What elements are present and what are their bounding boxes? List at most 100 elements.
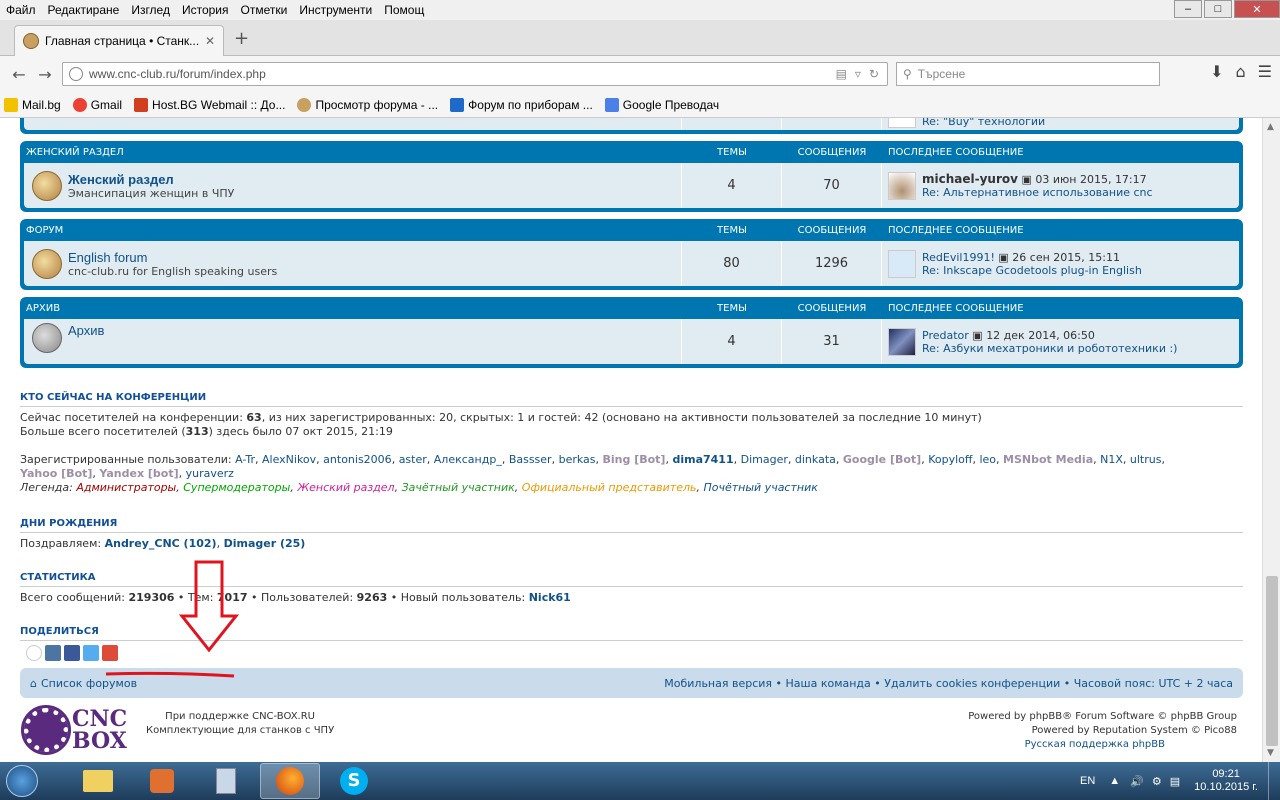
reload-icon[interactable]: ↻ — [869, 67, 879, 81]
tray-expand-icon[interactable]: ▲ — [1109, 775, 1120, 787]
category-title[interactable]: ЖЕНСКИЙ РАЗДЕЛ — [24, 147, 682, 158]
facebook-share-icon[interactable] — [64, 645, 80, 661]
home-icon[interactable]: ⌂ — [30, 677, 37, 690]
mail-share-icon[interactable] — [26, 645, 42, 661]
cncbox-logo[interactable]: CNC BOX — [21, 705, 134, 755]
last-post-user[interactable]: RedEvil1991! — [922, 251, 995, 264]
legend-credited[interactable]: Зачётный участник — [402, 481, 515, 494]
browser-tab[interactable]: Главная страница • Станк... ✕ — [14, 25, 224, 56]
last-post-link[interactable]: Re: Inkscape Gcodetools plug-in English — [922, 264, 1142, 277]
minimize-icon[interactable]: – — [1174, 0, 1202, 18]
menu-history[interactable]: История — [176, 3, 235, 17]
search-input[interactable]: ⚲ Търсене — [896, 62, 1160, 86]
bookmark-google-translate[interactable]: Google Преводач — [604, 97, 719, 112]
bot-link[interactable]: Bing [Bot] — [603, 453, 666, 466]
close-icon[interactable]: ✕ — [1234, 0, 1280, 18]
legend-admins[interactable]: Администраторы — [76, 481, 176, 494]
bookmark-forum-view[interactable]: Просмотр форума - ... — [297, 97, 438, 112]
user-link[interactable]: berkas — [559, 453, 596, 466]
bot-link[interactable]: Google [Bot] — [843, 453, 921, 466]
scroll-up-icon[interactable]: ▲ — [1267, 122, 1274, 132]
forum-title[interactable]: Женский раздел — [68, 172, 234, 187]
user-link[interactable]: dinkata — [795, 453, 836, 466]
forward-icon[interactable]: → — [32, 61, 58, 87]
user-link[interactable]: Александр_ — [434, 453, 502, 466]
bot-link[interactable]: Yandex [bot] — [99, 467, 178, 480]
hamburger-menu-icon[interactable]: ☰ — [1258, 62, 1272, 81]
view-post-icon[interactable]: ▣ — [972, 329, 982, 342]
show-desktop-button[interactable] — [1268, 762, 1280, 800]
view-post-icon[interactable]: ▣ — [998, 251, 1008, 264]
powered-line[interactable]: Русская поддержка phpBB — [968, 738, 1165, 752]
vk-share-icon[interactable] — [45, 645, 61, 661]
last-post-link[interactable]: Re: Альтернативное использование cnc — [922, 186, 1153, 199]
support-line[interactable]: При поддержке CNC-BOX.RU — [146, 710, 334, 724]
legend-official[interactable]: Официальный представитель — [522, 481, 697, 494]
start-button[interactable] — [0, 763, 44, 799]
last-post-user[interactable]: Predator — [922, 329, 969, 342]
menu-file[interactable]: Файл — [0, 3, 42, 17]
user-link[interactable]: Bassser — [509, 453, 552, 466]
view-post-icon[interactable]: ▣ — [1021, 173, 1031, 186]
user-link[interactable]: A-Tr — [235, 453, 255, 466]
user-link[interactable]: AlexNikov — [262, 453, 316, 466]
back-icon[interactable]: ← — [6, 61, 32, 87]
legend-honorary[interactable]: Почётный участник — [703, 481, 817, 494]
skype-taskbar-icon[interactable]: S — [324, 763, 384, 799]
powered-line[interactable]: Powered by Reputation System © Pico88 — [968, 724, 1237, 738]
category-title[interactable]: ФОРУМ — [24, 225, 682, 236]
firefox-taskbar-icon[interactable] — [260, 763, 320, 799]
bookmark-forum-devices[interactable]: Форум по приборам ... — [450, 97, 593, 112]
dropdown-icon[interactable]: ▿ — [855, 67, 861, 81]
user-link[interactable]: leo — [979, 453, 996, 466]
bot-link[interactable]: MSNbot Media — [1003, 453, 1093, 466]
scroll-thumb[interactable] — [1266, 576, 1278, 746]
page-scrollbar[interactable]: ▲ ▼ — [1262, 118, 1280, 762]
twitter-share-icon[interactable] — [83, 645, 99, 661]
user-link[interactable]: Dimager — [741, 453, 788, 466]
bookmark-mailbg[interactable]: Mail.bg — [4, 97, 61, 112]
home-icon[interactable]: ⌂ — [1236, 62, 1246, 81]
last-post-user[interactable]: michael-yurov — [922, 172, 1018, 186]
bot-link[interactable]: Yahoo [Bot] — [20, 467, 92, 480]
network-icon[interactable]: ▤ — [1170, 775, 1180, 788]
menu-edit[interactable]: Редактиране — [42, 3, 126, 17]
calculator-taskbar-icon[interactable] — [196, 763, 256, 799]
reader-icon[interactable]: ▤ — [836, 67, 847, 81]
footer-links[interactable]: Мобильная версия • Наша команда • Удалит… — [664, 677, 1233, 690]
scroll-down-icon[interactable]: ▼ — [1267, 748, 1274, 758]
category-title[interactable]: АРХИВ — [24, 303, 682, 314]
legend-womens[interactable]: Женский раздел — [297, 481, 394, 494]
menu-tools[interactable]: Инструменти — [293, 3, 378, 17]
language-indicator[interactable]: EN — [1080, 775, 1095, 787]
media-player-taskbar-icon[interactable] — [132, 763, 192, 799]
newest-user-link[interactable]: Nick61 — [529, 591, 571, 604]
user-link[interactable]: ultrus — [1130, 453, 1162, 466]
menu-view[interactable]: Изглед — [125, 3, 176, 17]
maximize-icon[interactable]: □ — [1204, 0, 1232, 18]
tab-close-icon[interactable]: ✕ — [205, 34, 215, 48]
download-icon[interactable]: ⬇ — [1210, 62, 1223, 81]
gplus-share-icon[interactable] — [102, 645, 118, 661]
clock[interactable]: 09:21 10.10.2015 г. — [1194, 768, 1258, 794]
forum-title[interactable]: English forum — [68, 250, 277, 265]
user-link[interactable]: antonis2006 — [323, 453, 392, 466]
user-link[interactable]: N1X — [1100, 453, 1123, 466]
user-link[interactable]: aster — [399, 453, 427, 466]
explorer-taskbar-icon[interactable] — [68, 763, 128, 799]
user-link[interactable]: dima7411 — [672, 453, 733, 466]
last-post-link[interactable]: Re: Азбуки мехатроники и робототехники :… — [922, 342, 1177, 355]
last-post-link[interactable]: Re: "Buy" технологии — [922, 118, 1045, 128]
user-link[interactable]: Kopyloff — [928, 453, 972, 466]
legend-supermods[interactable]: Супермодераторы — [183, 481, 290, 494]
new-tab-icon[interactable]: + — [234, 28, 249, 49]
powered-line[interactable]: Powered by phpBB® Forum Software © phpBB… — [968, 710, 1237, 724]
menu-bookmarks[interactable]: Отметки — [235, 3, 294, 17]
bookmark-hostbg[interactable]: Host.BG Webmail :: До... — [134, 97, 285, 112]
volume-icon[interactable]: 🔊 — [1130, 775, 1144, 788]
birthday-user[interactable]: Dimager (25) — [224, 537, 306, 550]
menu-help[interactable]: Помощ — [378, 3, 430, 17]
usb-icon[interactable]: ⚙ — [1152, 775, 1162, 788]
birthday-user[interactable]: Andrey_CNC (102) — [105, 537, 217, 550]
bookmark-gmail[interactable]: Gmail — [72, 97, 122, 112]
